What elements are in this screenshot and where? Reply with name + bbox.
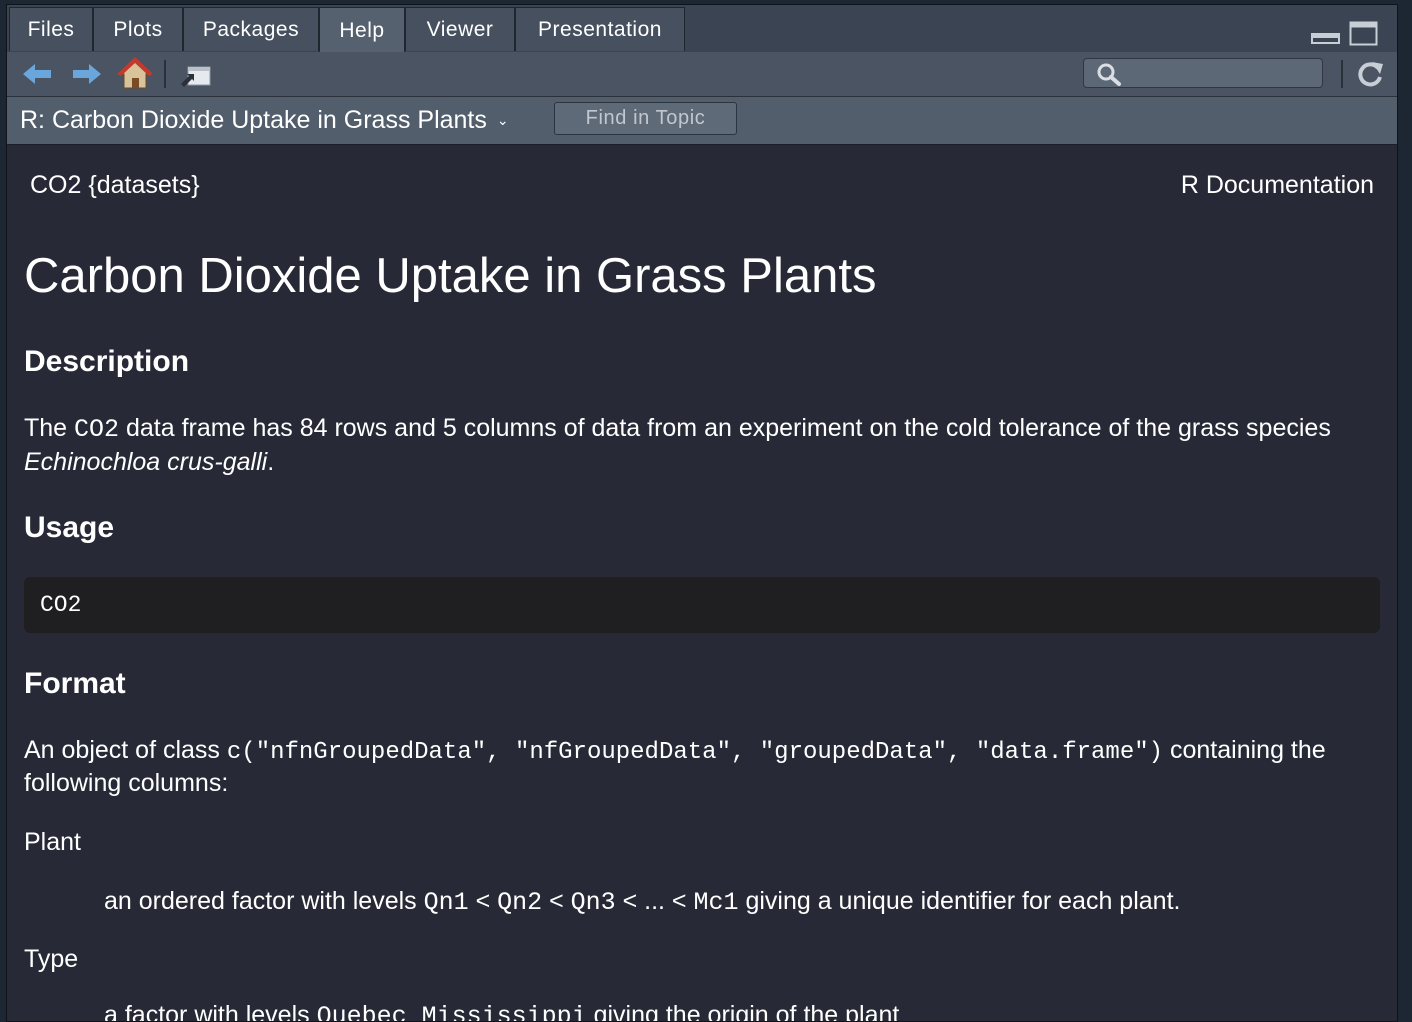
tab-label: Help — [339, 18, 385, 42]
find-in-topic-label: Find in Topic — [585, 107, 706, 129]
find-in-topic-button[interactable]: Find in Topic — [554, 102, 737, 135]
column-definition-type: a factor with levels Quebec Mississippi … — [104, 1001, 1394, 1022]
text-run: an ordered factor with levels — [104, 887, 424, 915]
help-search-box[interactable] — [1083, 58, 1323, 88]
text-run: < ... < — [615, 887, 694, 915]
tab-help[interactable]: Help — [319, 7, 405, 53]
tab-label: Packages — [202, 17, 300, 41]
text-run: data frame has 84 rows and 5 columns of … — [119, 414, 1331, 442]
section-heading-format: Format — [24, 667, 126, 700]
tab-label: Viewer — [426, 17, 494, 41]
inline-code: CO2 — [74, 415, 120, 444]
text-run: . — [267, 448, 275, 476]
show-in-new-window-icon[interactable] — [179, 64, 213, 88]
inline-code: Mc1 — [693, 888, 739, 917]
tab-presentation[interactable]: Presentation — [515, 7, 685, 51]
text-run: a factor with levels — [104, 1001, 317, 1022]
text-run: giving a unique identifier for each plan… — [738, 887, 1181, 915]
inline-code: Qn3 — [570, 888, 616, 917]
tab-label: Presentation — [538, 17, 662, 41]
inline-code: Qn2 — [497, 888, 543, 917]
help-content: CO2 {datasets} R Documentation Carbon Di… — [7, 145, 1397, 1021]
topic-bar: R: Carbon Dioxide Uptake in Grass Plants… — [7, 97, 1397, 145]
toolbar-separator — [164, 60, 166, 88]
tab-label: Files — [27, 17, 75, 41]
toolbar-separator — [1341, 60, 1343, 88]
text-run: giving the origin of the plant — [586, 1001, 900, 1022]
text-run: The — [24, 414, 75, 442]
inline-code: Qn1 — [423, 888, 469, 917]
back-arrow-icon[interactable] — [21, 62, 53, 86]
help-search-input[interactable] — [1124, 61, 1318, 87]
text-run: < — [542, 887, 571, 915]
inline-code: Quebec Mississippi — [316, 1002, 587, 1022]
help-toolbar — [7, 52, 1397, 97]
tab-files[interactable]: Files — [9, 7, 93, 51]
topic-selector-dropdown[interactable]: R: Carbon Dioxide Uptake in Grass Plants… — [20, 97, 509, 144]
home-icon[interactable] — [117, 56, 153, 90]
description-text: The CO2 data frame has 84 rows and 5 col… — [24, 412, 1364, 479]
help-pane: Files Plots Packages Help Viewer Present… — [6, 4, 1398, 1022]
minimize-pane-icon[interactable] — [1311, 31, 1341, 45]
tab-label: Plots — [113, 17, 163, 41]
maximize-pane-icon[interactable] — [1349, 21, 1379, 47]
tab-packages[interactable]: Packages — [183, 7, 319, 51]
refresh-icon[interactable] — [1355, 60, 1385, 90]
pane-tab-bar: Files Plots Packages Help Viewer Present… — [7, 5, 1397, 53]
inline-code: c("nfnGroupedData", "nfGroupedData", "gr… — [226, 739, 1164, 766]
search-icon — [1097, 63, 1121, 86]
text-run: < — [468, 887, 498, 915]
text-run: An object of class — [24, 736, 227, 764]
section-heading-usage: Usage — [24, 511, 115, 544]
package-label: CO2 {datasets} — [30, 171, 200, 199]
section-heading-description: Description — [24, 345, 190, 378]
usage-code-block: CO2 — [24, 577, 1380, 633]
tab-viewer[interactable]: Viewer — [405, 7, 515, 51]
topic-title: R: Carbon Dioxide Uptake in Grass Plants — [20, 106, 487, 134]
format-text: An object of class c("nfnGroupedData", "… — [24, 735, 1394, 799]
column-term-plant: Plant — [24, 828, 81, 856]
chevron-down-icon: ⌄ — [496, 112, 509, 128]
column-definition-plant: an ordered factor with levels Qn1 < Qn2 … — [104, 887, 1394, 917]
forward-arrow-icon[interactable] — [71, 62, 103, 86]
column-term-type: Type — [24, 945, 79, 973]
tab-plots[interactable]: Plots — [93, 7, 183, 51]
usage-code: CO2 — [40, 592, 82, 618]
doc-type-label: R Documentation — [1180, 171, 1374, 199]
page-title: Carbon Dioxide Uptake in Grass Plants — [24, 249, 877, 303]
species-name: Echinochloa crus-galli — [24, 448, 268, 476]
